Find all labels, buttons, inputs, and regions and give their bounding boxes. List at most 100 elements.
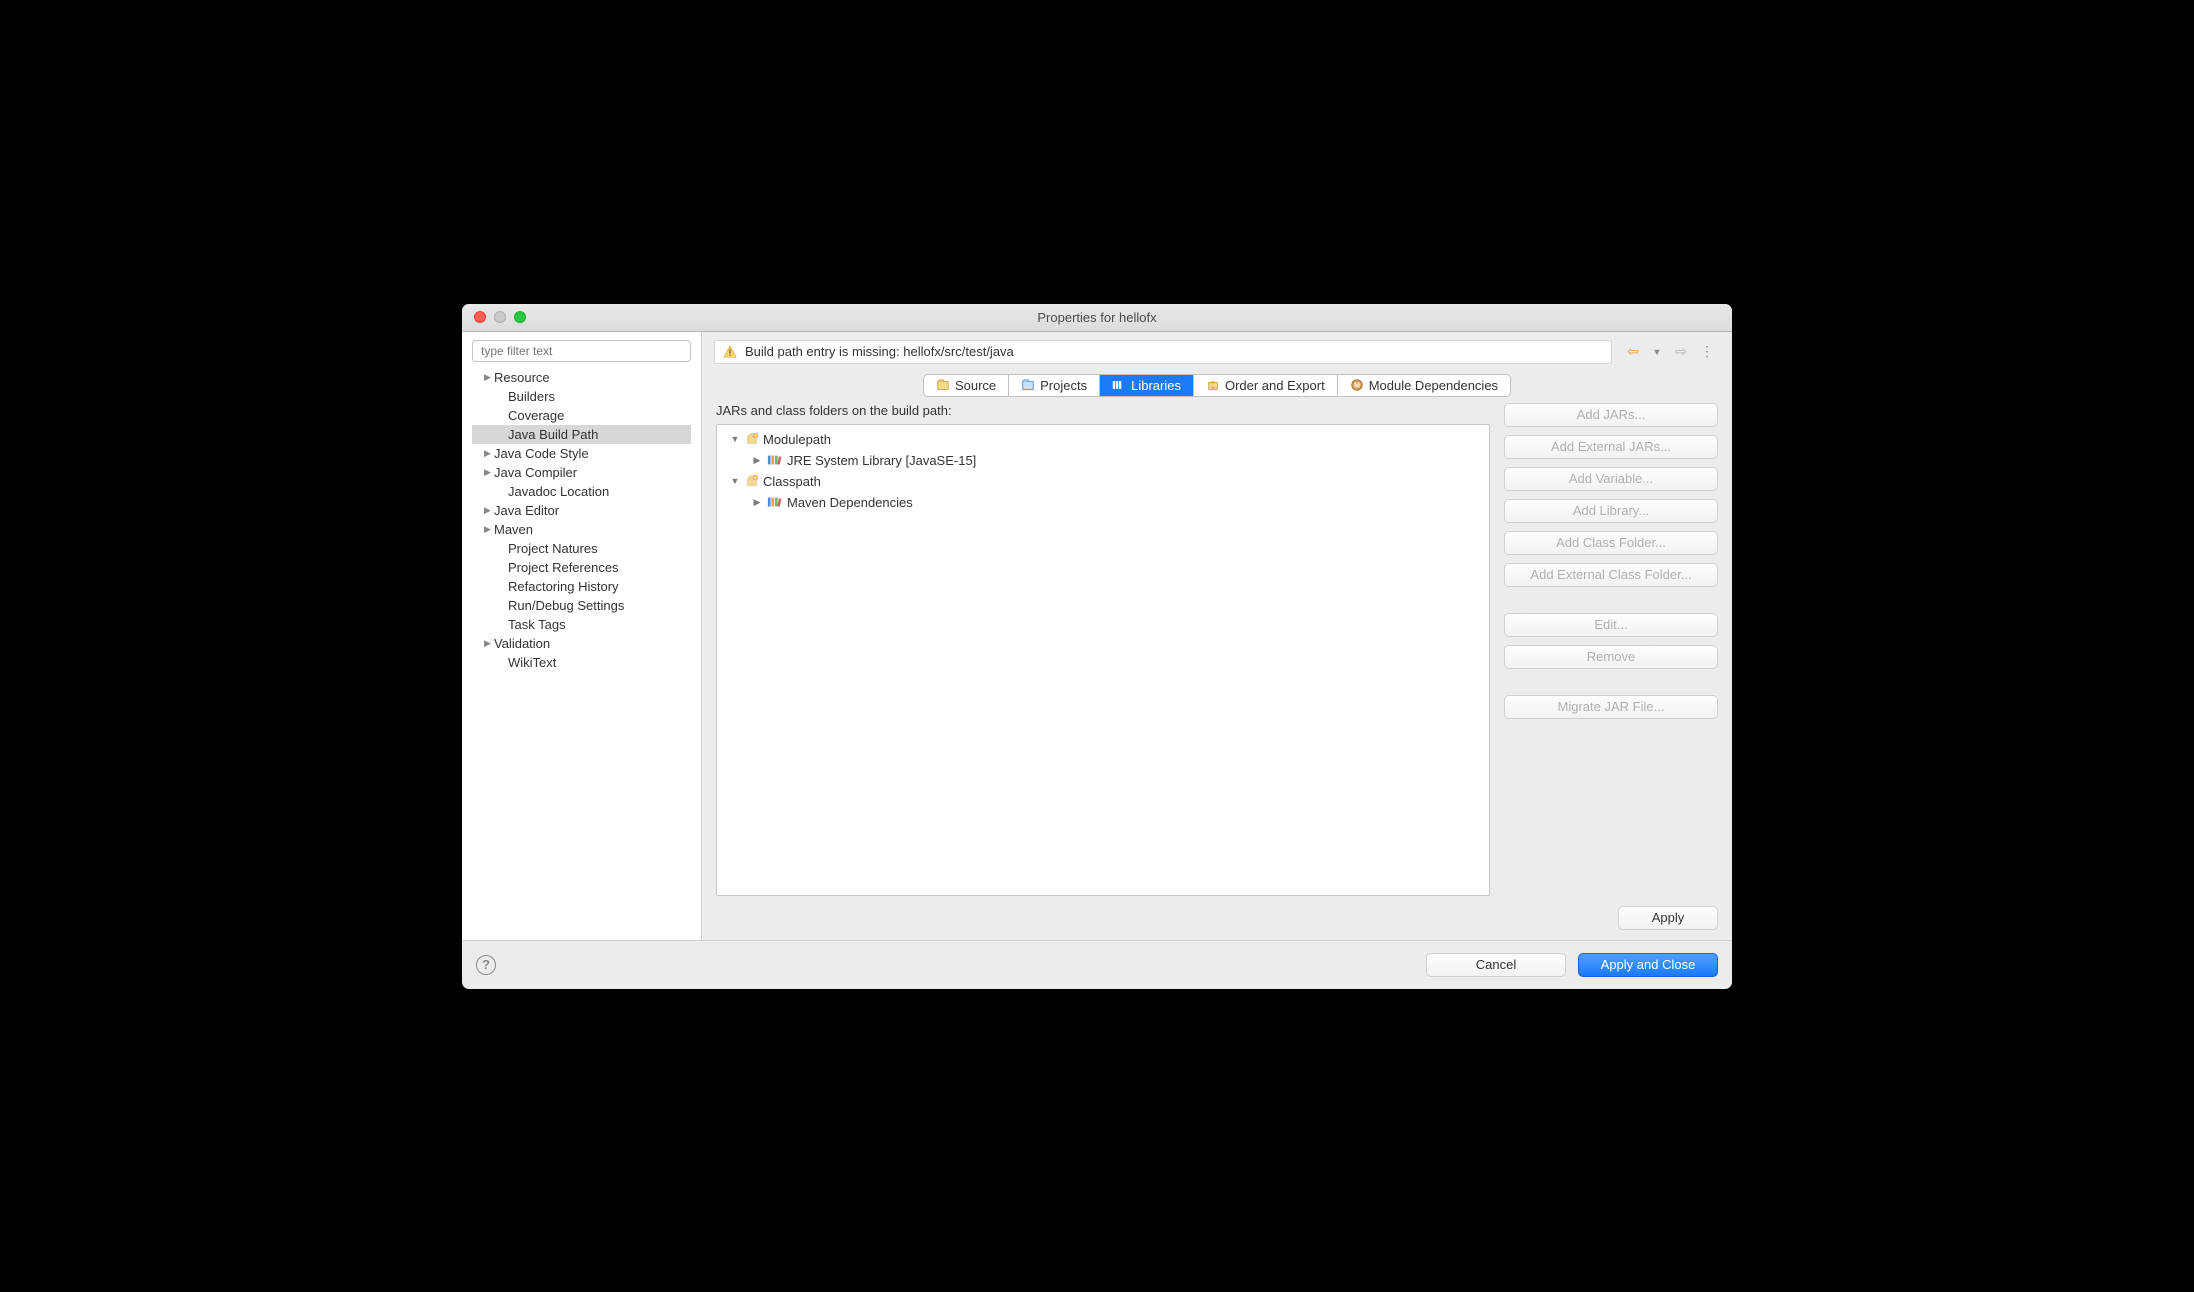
tab-libraries[interactable]: Libraries [1100,375,1194,396]
sidebar-item-label: Java Compiler [494,465,577,480]
sidebar-item-label: Refactoring History [508,579,619,594]
warning-text: Build path entry is missing: hellofx/src… [745,344,1014,359]
tab-order-and-export[interactable]: Order and Export [1194,375,1338,396]
nav-history: ⇦ ▼ ⇨ ⋮ [1622,343,1720,361]
tab-label: Projects [1040,378,1087,393]
window-title: Properties for hellofx [462,310,1732,325]
warning-icon [723,345,737,359]
disclosure-triangle-icon[interactable]: ▶ [484,448,494,459]
disclosure-triangle-icon[interactable]: ▶ [484,372,494,383]
tab-label: Source [955,378,996,393]
action-buttons: Add JARs... Add External JARs... Add Var… [1504,403,1718,896]
apply-button[interactable]: Apply [1618,906,1718,930]
library-icon [767,453,783,467]
sidebar-item-label: Run/Debug Settings [508,598,624,613]
sidebar-item-java-editor[interactable]: ▶Java Editor [472,501,691,520]
cancel-button[interactable]: Cancel [1426,953,1566,977]
sidebar-item-label: Java Code Style [494,446,589,461]
titlebar: Properties for hellofx [462,304,1732,332]
sidebar-item-resource[interactable]: ▶Resource [472,368,691,387]
tree-node-classpath[interactable]: ▼ Classpath [723,471,1483,492]
minimize-window-button[interactable] [494,311,506,323]
sidebar-item-label: Task Tags [508,617,566,632]
sidebar-item-label: Java Build Path [508,427,598,442]
sidebar-item-java-code-style[interactable]: ▶Java Code Style [472,444,691,463]
sidebar-item-label: Coverage [508,408,564,423]
tab-bar: SourceProjectsLibrariesOrder and ExportM… [923,374,1511,397]
tab-projects[interactable]: Projects [1009,375,1100,396]
tab-module-dependencies[interactable]: M Module Dependencies [1338,375,1510,396]
migrate-jar-button[interactable]: Migrate JAR File... [1504,695,1718,719]
sidebar-item-java-build-path[interactable]: Java Build Path [472,425,691,444]
sidebar-item-validation[interactable]: ▶Validation [472,634,691,653]
add-variable-button[interactable]: Add Variable... [1504,467,1718,491]
disclosure-triangle-icon[interactable]: ▼ [729,434,741,444]
tab-label: Libraries [1131,378,1181,393]
sidebar-item-java-compiler[interactable]: ▶Java Compiler [472,463,691,482]
package-icon [745,432,759,446]
nav-back-menu[interactable]: ▼ [1646,343,1668,361]
tree-node-maven[interactable]: ▶ Maven Dependencies [723,492,1483,513]
disclosure-triangle-icon[interactable]: ▶ [484,524,494,535]
sidebar-item-label: WikiText [508,655,556,670]
sidebar-item-builders[interactable]: Builders [472,387,691,406]
sidebar-item-label: Resource [494,370,550,385]
sidebar-item-task-tags[interactable]: Task Tags [472,615,691,634]
tree-node-label: Maven Dependencies [787,495,913,510]
sidebar-item-wikitext[interactable]: WikiText [472,653,691,672]
sidebar-item-label: Validation [494,636,550,651]
tree-node-label: Classpath [763,474,821,489]
sidebar-item-label: Project Natures [508,541,598,556]
properties-dialog: Properties for hellofx ▶ResourceBuilders… [462,304,1732,989]
sidebar-item-project-natures[interactable]: Project Natures [472,539,691,558]
disclosure-triangle-icon[interactable]: ▶ [751,455,763,466]
source-icon [936,378,950,392]
category-sidebar: ▶ResourceBuildersCoverageJava Build Path… [462,332,702,940]
sidebar-item-run-debug-settings[interactable]: Run/Debug Settings [472,596,691,615]
remove-button[interactable]: Remove [1504,645,1718,669]
tab-label: Module Dependencies [1369,378,1498,393]
help-icon[interactable]: ? [476,955,496,975]
add-jars-button[interactable]: Add JARs... [1504,403,1718,427]
sidebar-item-label: Builders [508,389,555,404]
svg-text:M: M [1354,383,1360,390]
sidebar-item-maven[interactable]: ▶Maven [472,520,691,539]
add-library-button[interactable]: Add Library... [1504,499,1718,523]
disclosure-triangle-icon[interactable]: ▶ [484,638,494,649]
nav-back-button[interactable]: ⇦ [1622,343,1644,361]
module-icon: M [1350,378,1364,392]
order-icon [1206,378,1220,392]
content-area: Build path entry is missing: hellofx/src… [702,332,1732,940]
tree-node-label: Modulepath [763,432,831,447]
nav-forward-button[interactable]: ⇨ [1670,343,1692,361]
package-icon [745,474,759,488]
window-controls [462,311,526,323]
filter-input[interactable] [472,340,691,362]
sidebar-item-label: Project References [508,560,619,575]
view-menu-button[interactable]: ⋮ [1694,343,1720,360]
add-external-jars-button[interactable]: Add External JARs... [1504,435,1718,459]
tree-node-modulepath[interactable]: ▼ Modulepath [723,429,1483,450]
tab-source[interactable]: Source [924,375,1009,396]
edit-button[interactable]: Edit... [1504,613,1718,637]
dialog-footer: ? Cancel Apply and Close [462,940,1732,989]
build-path-tree[interactable]: ▼ Modulepath ▶ J [716,424,1490,896]
apply-and-close-button[interactable]: Apply and Close [1578,953,1718,977]
add-class-folder-button[interactable]: Add Class Folder... [1504,531,1718,555]
projects-icon [1021,378,1035,392]
tree-node-jre[interactable]: ▶ JRE System Library [JavaSE-15] [723,450,1483,471]
zoom-window-button[interactable] [514,311,526,323]
disclosure-triangle-icon[interactable]: ▼ [729,476,741,486]
sidebar-item-javadoc-location[interactable]: Javadoc Location [472,482,691,501]
sidebar-item-label: Maven [494,522,533,537]
disclosure-triangle-icon[interactable]: ▶ [751,497,763,508]
close-window-button[interactable] [474,311,486,323]
sidebar-item-refactoring-history[interactable]: Refactoring History [472,577,691,596]
libraries-icon [1112,378,1126,392]
disclosure-triangle-icon[interactable]: ▶ [484,505,494,516]
sidebar-item-coverage[interactable]: Coverage [472,406,691,425]
add-external-class-folder-button[interactable]: Add External Class Folder... [1504,563,1718,587]
tree-node-label: JRE System Library [JavaSE-15] [787,453,976,468]
sidebar-item-project-references[interactable]: Project References [472,558,691,577]
disclosure-triangle-icon[interactable]: ▶ [484,467,494,478]
